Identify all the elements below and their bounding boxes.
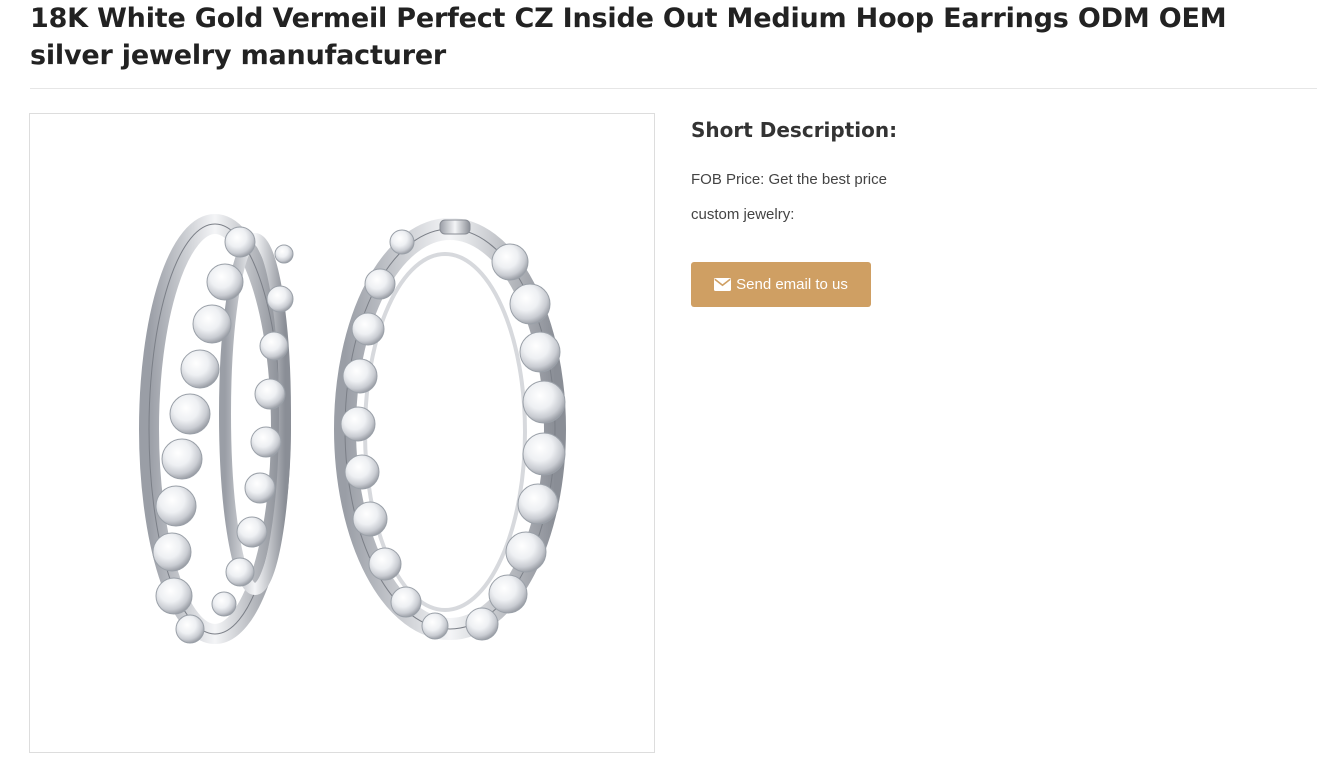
send-email-label: Send email to us xyxy=(736,276,848,293)
short-description-heading: Short Description: xyxy=(691,118,898,142)
hoop-earrings-image xyxy=(139,214,566,644)
left-hoop xyxy=(139,214,294,644)
send-email-button[interactable]: Send email to us xyxy=(691,262,871,307)
custom-jewelry-text: custom jewelry: xyxy=(691,206,795,223)
product-image[interactable] xyxy=(29,113,655,753)
title-divider xyxy=(30,88,1317,89)
right-hoop xyxy=(334,218,566,641)
envelope-icon xyxy=(714,278,732,291)
fob-price-text: FOB Price: Get the best price xyxy=(691,171,887,188)
page-title: 18K White Gold Vermeil Perfect CZ Inside… xyxy=(30,3,1227,71)
